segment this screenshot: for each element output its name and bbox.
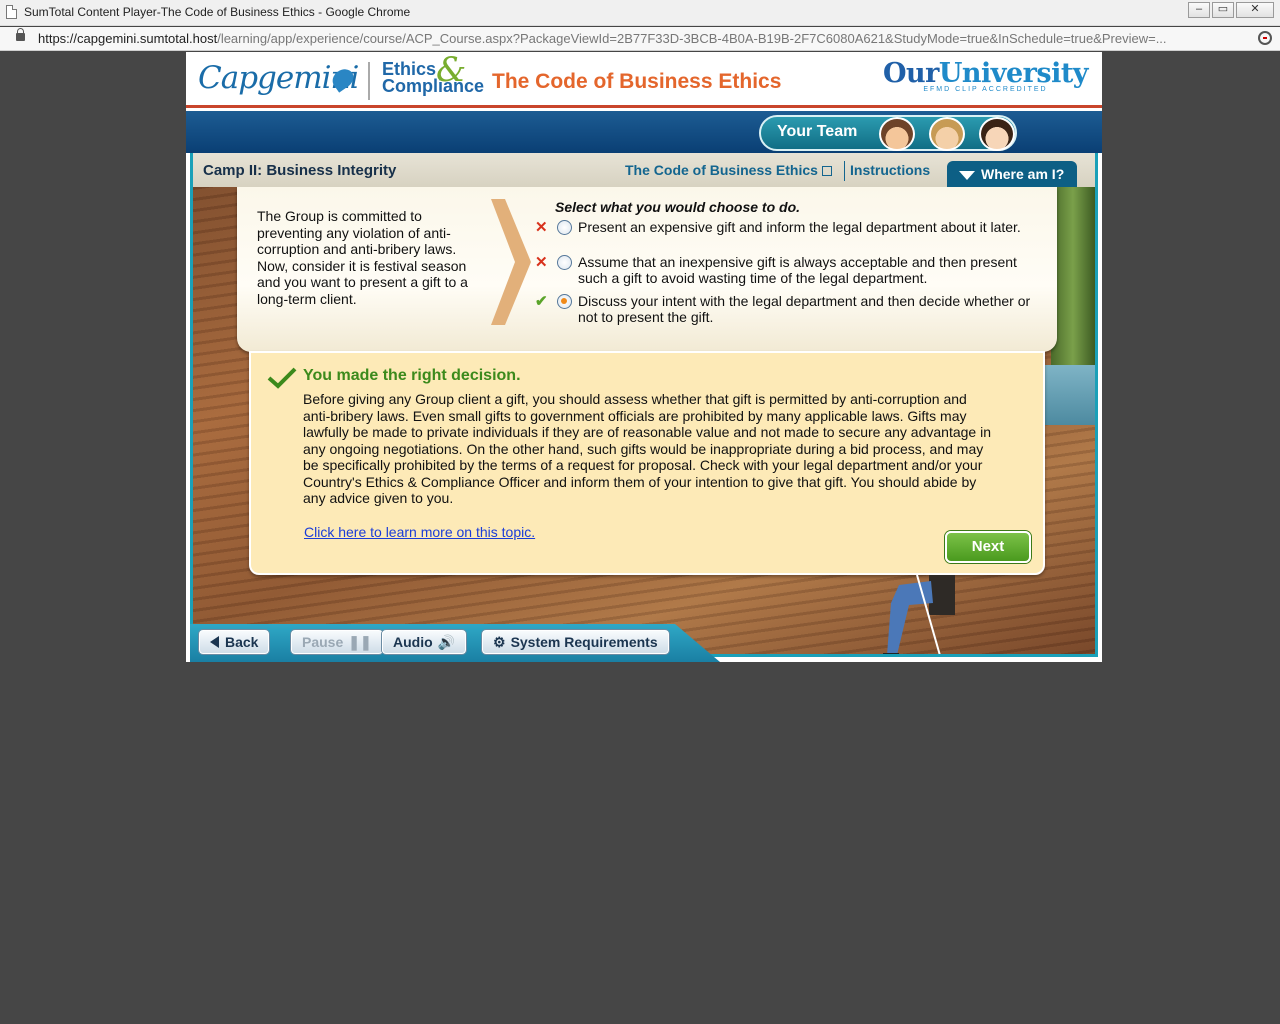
your-team-label: Your Team: [777, 123, 858, 140]
external-link-icon: [821, 166, 832, 176]
nav-divider: [844, 161, 845, 181]
back-label: Back: [225, 634, 259, 650]
answer-option-text: Present an expensive gift and inform the…: [578, 219, 1021, 235]
course-header: Capgemini Ethics Compliance & The Code o…: [186, 50, 1102, 108]
our-university-logo: OurUniversity EFMD CLIP ACCREDITED: [882, 58, 1089, 93]
feedback-title: You made the right decision.: [303, 367, 521, 384]
blocked-popup-icon[interactable]: [1258, 31, 1272, 45]
chevron-right-icon: [491, 199, 531, 325]
feedback-body: Before giving any Group client a gift, y…: [303, 391, 991, 506]
ethics-compliance-logo: Ethics Compliance: [382, 60, 485, 96]
player-footer: Back Pause ❚❚ Audio 🔊 ⚙ System Requirements: [190, 622, 1098, 662]
university-prefix: Our: [882, 58, 939, 89]
code-of-ethics-link[interactable]: The Code of Business Ethics: [625, 162, 832, 178]
checkmark-icon: [267, 367, 297, 389]
pause-button[interactable]: Pause ❚❚: [291, 630, 383, 654]
url-host: https://capgemini.sumtotal.host: [38, 31, 218, 46]
code-of-ethics-label: The Code of Business Ethics: [625, 162, 818, 178]
window-title: SumTotal Content Player-The Code of Busi…: [24, 5, 411, 19]
minimize-button[interactable]: –: [1188, 2, 1210, 18]
course-title: The Code of Business Ethics: [492, 70, 782, 93]
system-requirements-label: System Requirements: [510, 634, 658, 650]
incorrect-icon: ✕: [535, 219, 548, 236]
feedback-panel: You made the right decision. Before givi…: [249, 351, 1045, 575]
lock-icon[interactable]: [16, 28, 25, 41]
radio-button[interactable]: [557, 220, 572, 235]
chevron-down-icon: [959, 171, 975, 180]
window-controls: – ▭ ✕: [1188, 2, 1274, 18]
background-water: [1037, 365, 1095, 425]
compliance-label: Compliance: [382, 76, 485, 96]
question-panel: The Group is committed to preventing any…: [237, 187, 1057, 352]
where-am-i-tab[interactable]: Where am I?: [947, 161, 1077, 188]
university-name: University: [938, 58, 1089, 89]
scenario-text: The Group is committed to preventing any…: [257, 208, 468, 307]
url-path: /learning/app/experience/course/ACP_Cour…: [217, 31, 1167, 46]
course-player: Capgemini Ethics Compliance & The Code o…: [186, 50, 1102, 662]
arrow-left-icon: [210, 636, 219, 648]
back-button[interactable]: Back: [199, 630, 270, 654]
pause-label: Pause: [302, 634, 344, 650]
answer-option-text: Discuss your intent with the legal depar…: [578, 293, 1031, 325]
correct-icon: ✔: [535, 293, 548, 310]
audio-button[interactable]: Audio 🔊: [382, 630, 467, 654]
close-button[interactable]: ✕: [1236, 2, 1274, 18]
logo-divider: [368, 62, 370, 100]
background-trees: [1051, 187, 1095, 367]
team-member-avatar[interactable]: [979, 117, 1015, 151]
team-bar: Your Team: [186, 111, 1102, 153]
system-requirements-button[interactable]: ⚙ System Requirements: [482, 630, 669, 654]
gear-icon: ⚙: [493, 634, 506, 650]
radio-button[interactable]: [557, 255, 572, 270]
audio-label: Audio: [393, 634, 433, 650]
question-prompt: Select what you would choose to do.: [555, 199, 801, 215]
page-icon: [6, 5, 17, 19]
pause-icon: ❚❚: [348, 634, 372, 650]
camp-title: Camp II: Business Integrity: [203, 162, 397, 179]
answer-option-text: Assume that an inexpensive gift is alway…: [578, 254, 1017, 286]
course-nav-bar: Camp II: Business Integrity The Code of …: [190, 153, 1098, 188]
next-button[interactable]: Next: [945, 531, 1031, 563]
address-bar[interactable]: https://capgemini.sumtotal.host/learning…: [0, 27, 1280, 51]
team-member-avatar[interactable]: [879, 117, 915, 151]
team-member-avatar[interactable]: [929, 117, 965, 151]
ampersand-mark: &: [436, 50, 467, 90]
restore-button[interactable]: ▭: [1212, 2, 1234, 18]
browser-title-bar: SumTotal Content Player-The Code of Busi…: [0, 0, 1280, 26]
incorrect-icon: ✕: [535, 254, 548, 271]
learn-more-link[interactable]: Click here to learn more on this topic.: [304, 524, 535, 540]
where-am-i-label: Where am I?: [981, 166, 1065, 182]
content-stage: The Group is committed to preventing any…: [190, 187, 1098, 657]
speaker-icon: 🔊: [437, 634, 456, 650]
radio-button-selected[interactable]: [557, 294, 572, 309]
url-text[interactable]: https://capgemini.sumtotal.host/learning…: [38, 31, 1248, 46]
your-team-button[interactable]: Your Team: [759, 115, 1017, 151]
instructions-link[interactable]: Instructions: [850, 162, 930, 178]
